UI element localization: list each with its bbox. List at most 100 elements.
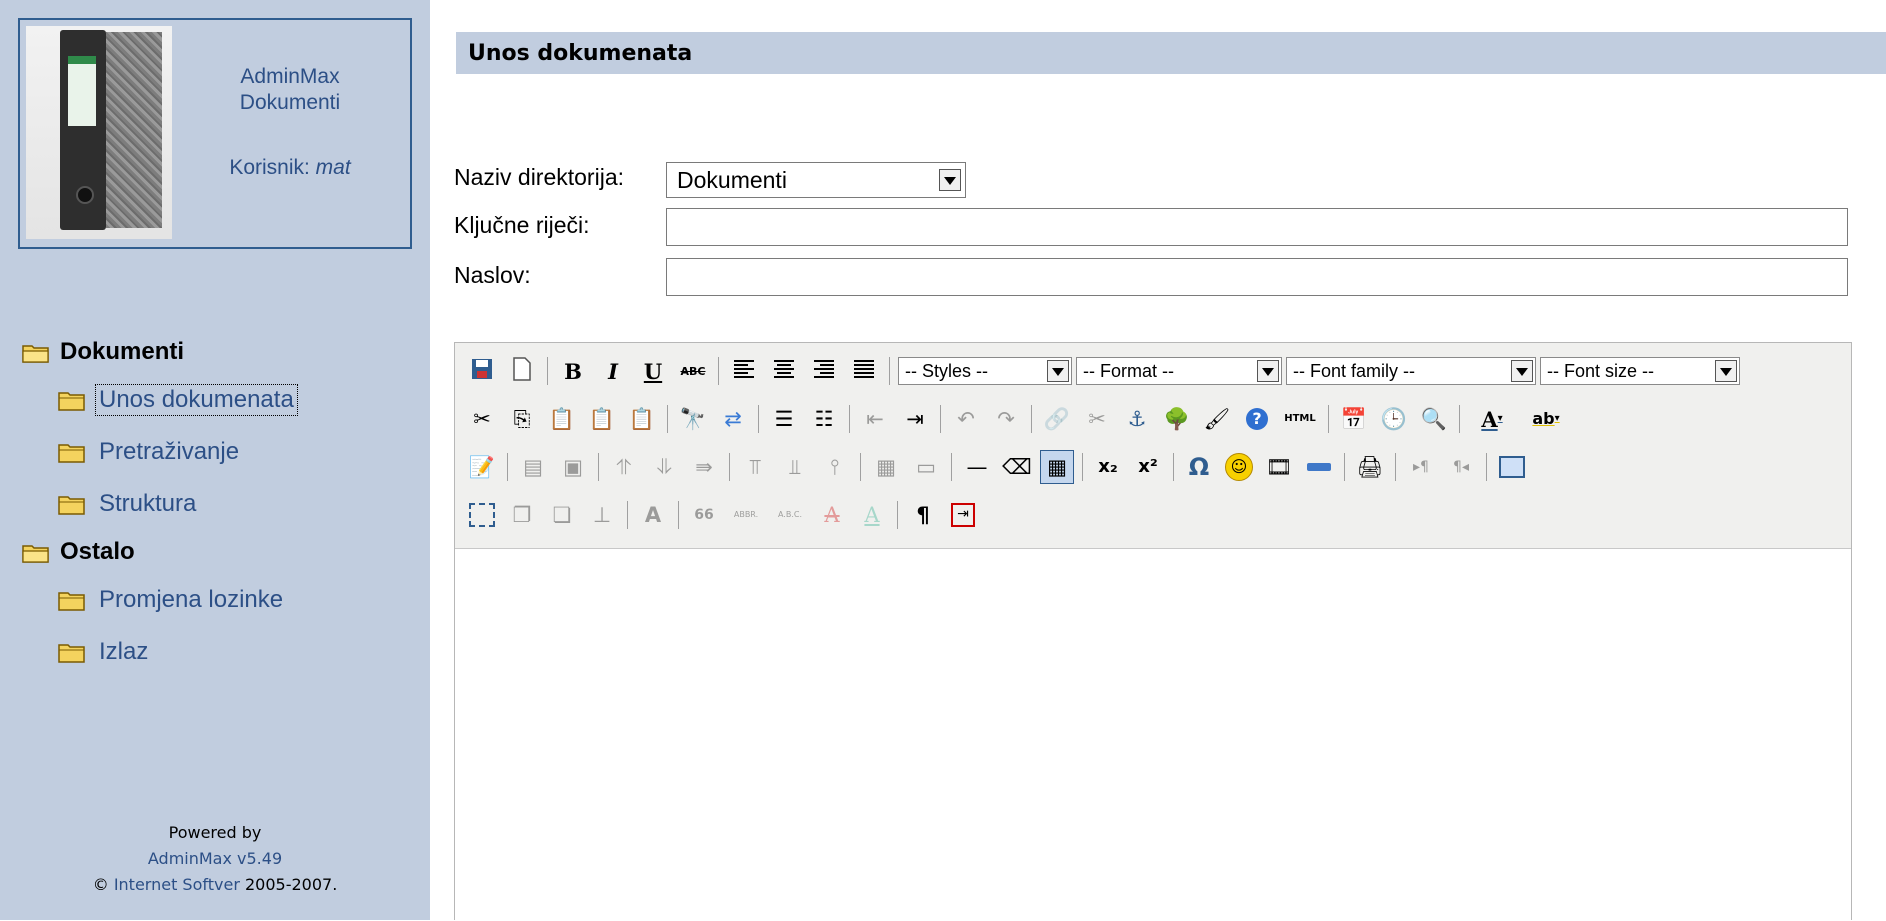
italic-button[interactable]: I [596,354,630,388]
replace-button[interactable]: ⇄ [716,402,750,436]
rtl-button[interactable]: ¶◂ [1444,450,1478,484]
paste-word-button[interactable]: 📋 [625,402,659,436]
nav-group-dokumenti[interactable]: Dokumenti [0,330,430,374]
nav-group-ostalo[interactable]: Ostalo [0,530,430,574]
editor-content-area[interactable] [455,549,1851,921]
fullscreen-button[interactable] [1495,450,1529,484]
table-cell-props-button[interactable]: ▣ [556,450,590,484]
paste-button[interactable]: 📋 [545,402,579,436]
strikethrough-button[interactable]: ABC [676,354,710,388]
horizontal-rule-icon: — [966,454,988,479]
folder-open-icon [22,542,50,563]
table-row-props-button[interactable]: ▤ [516,450,550,484]
special-char-button[interactable]: Ω [1182,450,1216,484]
find-button[interactable]: 🔭 [676,402,710,436]
insert-date-button[interactable]: 📅 [1337,402,1371,436]
save-button[interactable] [465,354,499,388]
move-backward-button[interactable]: ❏ [545,498,579,532]
non-breaking-button[interactable]: ⇥ [946,498,980,532]
cut-button[interactable]: ✂ [465,402,499,436]
move-forward-button[interactable]: ❐ [505,498,539,532]
help-button[interactable]: ? [1240,402,1274,436]
delete-text-button[interactable]: A [815,498,849,532]
sidebar-item-struktura[interactable]: Struktura [0,478,430,530]
font-family-dropdown[interactable]: -- Font family -- [1286,357,1536,385]
align-center-button[interactable] [767,354,801,388]
edit-css-button[interactable]: 📝 [465,450,499,484]
delete-row-button[interactable]: ⇛ [687,450,721,484]
image-button[interactable]: 🌳 [1160,402,1194,436]
merge-cells-button[interactable]: ▭ [909,450,943,484]
insert-time-button[interactable]: 🕒 [1377,402,1411,436]
visual-chars-button[interactable]: ¶ [906,498,940,532]
new-document-icon [511,356,533,386]
cleanup-button[interactable]: 🖌 [1200,402,1234,436]
unlink-button[interactable]: ✂ [1080,402,1114,436]
sidebar-item-promjena-lozinke[interactable]: Promjena lozinke [0,574,430,626]
paste-text-button[interactable]: 📋 [585,402,619,436]
insert-layer-button[interactable] [465,498,499,532]
table-button[interactable]: ▦ [1040,450,1074,484]
version-link[interactable]: AdminMax v5.49 [0,846,430,872]
acronym-button[interactable]: A.B.C. [771,498,809,532]
title-input[interactable] [666,258,1848,296]
editor-toolbar: B I U ABC -- Styles -- -- Format -- -- F… [455,343,1851,549]
html-source-button[interactable]: HTML [1280,402,1320,436]
align-right-button[interactable] [807,354,841,388]
paste-word-icon: 📋 [628,406,656,431]
background-color-button[interactable]: ab ▾ [1522,402,1570,436]
anchor-button[interactable]: ⚓ [1120,402,1154,436]
align-justify-button[interactable] [847,354,881,388]
print-button[interactable]: 🖨 [1353,450,1387,484]
absolute-button[interactable]: ⊥ [585,498,619,532]
insert-a-icon: A [864,502,880,527]
ltr-button[interactable]: ▸¶ [1404,450,1438,484]
split-cells-button[interactable]: ▦ [869,450,903,484]
format-dropdown[interactable]: -- Format -- [1076,357,1282,385]
toolbar-separator [667,405,668,433]
chevron-down-icon[interactable] [939,169,961,191]
directory-select[interactable]: Dokumenti [666,162,966,198]
insert-row-after-button[interactable]: ⥥ [647,450,681,484]
page-title-bar: Unos dokumenata [456,32,1886,74]
company-link[interactable]: Internet Softver [114,875,240,894]
sidebar-item-pretrazivanje[interactable]: Pretraživanje [0,426,430,478]
subscript-button[interactable]: x₂ [1091,450,1125,484]
abbr-button[interactable]: ABBR. [727,498,765,532]
outdent-button[interactable]: ⇤ [858,402,892,436]
link-button[interactable]: 🔗 [1040,402,1074,436]
module-name: Dokumenti [239,91,341,114]
insert-col-after-button[interactable]: ⫫ [778,450,812,484]
copy-button[interactable]: ⎘ [505,402,539,436]
align-left-button[interactable] [727,354,761,388]
styles-dropdown[interactable]: -- Styles -- [898,357,1072,385]
font-size-dropdown[interactable]: -- Font size -- [1540,357,1740,385]
style-props-button[interactable]: A [636,498,670,532]
sidebar-item-unos-dokumenata[interactable]: Unos dokumenata [0,374,430,426]
sidebar-item-izlaz[interactable]: Izlaz [0,626,430,678]
bold-button[interactable]: B [556,354,590,388]
undo-button[interactable]: ↶ [949,402,983,436]
insert-row-before-button[interactable]: ⥣ [607,450,641,484]
underline-button[interactable]: U [636,354,670,388]
new-document-button[interactable] [505,354,539,388]
remove-format-button[interactable]: ⌫ [1000,450,1034,484]
smiley-icon: ☺ [1225,453,1253,481]
cite-button[interactable]: 66 [687,498,721,532]
indent-button[interactable]: ⇥ [898,402,932,436]
text-color-button[interactable]: A ▾ [1468,402,1516,436]
emoticon-button[interactable]: ☺ [1222,450,1256,484]
insert-col-before-button[interactable]: ⫪ [738,450,772,484]
horizontal-rule-button[interactable]: — [960,450,994,484]
insert-text-button[interactable]: A [855,498,889,532]
superscript-button[interactable]: x² [1131,450,1165,484]
preview-button[interactable]: 🔍 [1417,402,1451,436]
numbered-list-button[interactable]: ☷ [807,402,841,436]
keywords-input[interactable] [666,208,1848,246]
redo-button[interactable]: ↷ [989,402,1023,436]
delete-col-button[interactable]: ⫯ [818,450,852,484]
advanced-hr-button[interactable] [1302,450,1336,484]
media-button[interactable]: 🎞 [1262,450,1296,484]
bullet-list-button[interactable]: ☰ [767,402,801,436]
nonbreaking-icon: ⇥ [951,503,975,527]
